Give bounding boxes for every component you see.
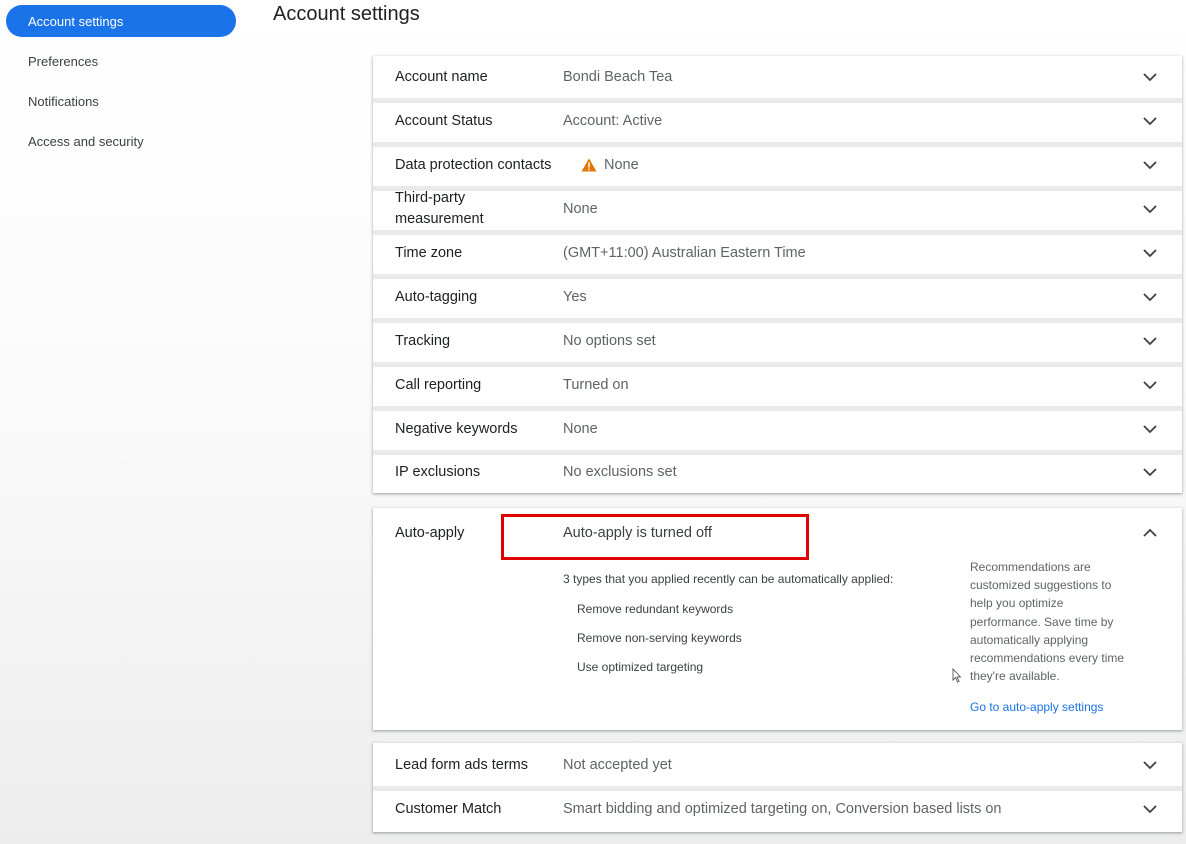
chevron-down-icon: [1143, 205, 1157, 214]
setting-value: Yes: [563, 289, 587, 305]
settings-panel: Account name Bondi Beach Tea Account Sta…: [373, 56, 1182, 493]
setting-row-account-status[interactable]: Account Status Account: Active: [373, 100, 1182, 142]
setting-row-auto-tagging[interactable]: Auto-tagging Yes: [373, 276, 1182, 318]
auto-apply-type: Use optimized targeting: [577, 660, 704, 674]
setting-row-data-protection-contacts[interactable]: Data protection contacts None: [373, 144, 1182, 186]
setting-value: Turned on: [563, 377, 629, 393]
setting-label: Data protection contacts: [395, 156, 552, 173]
setting-label: Auto-tagging: [395, 288, 478, 305]
chevron-down-icon: [1143, 117, 1157, 126]
setting-value-wrapper: None: [581, 157, 639, 173]
setting-value: Smart bidding and optimized targeting on…: [563, 801, 1002, 817]
setting-label: Lead form ads terms: [395, 756, 528, 773]
setting-label: Third-party measurement: [395, 190, 484, 227]
setting-value: No options set: [563, 333, 656, 349]
setting-value: Account: Active: [563, 113, 663, 129]
chevron-down-icon: [1143, 249, 1157, 258]
sidebar-item-notifications[interactable]: Notifications: [6, 85, 236, 117]
setting-row-tracking[interactable]: Tracking No options set: [373, 320, 1182, 362]
page-title: Account settings: [273, 3, 420, 25]
setting-value: None: [604, 157, 639, 173]
setting-value: Bondi Beach Tea: [563, 69, 673, 85]
bottom-settings-panel: Lead form ads terms Not accepted yet Cus…: [373, 743, 1182, 832]
setting-row-third-party-measurement[interactable]: Third-party measurement None: [373, 188, 1182, 230]
setting-label: IP exclusions: [395, 463, 481, 480]
setting-row-time-zone[interactable]: Time zone (GMT+11:00) Australian Eastern…: [373, 232, 1182, 274]
setting-value: None: [563, 421, 598, 437]
setting-row-account-name[interactable]: Account name Bondi Beach Tea: [373, 56, 1182, 98]
auto-apply-type: Remove redundant keywords: [577, 602, 734, 616]
chevron-down-icon: [1143, 293, 1157, 302]
setting-label: Tracking: [395, 332, 451, 349]
setting-row-lead-form-ads-terms[interactable]: Lead form ads terms Not accepted yet: [373, 744, 1182, 786]
setting-label: Account name: [395, 68, 488, 85]
sidebar-item-preferences[interactable]: Preferences: [6, 45, 236, 77]
setting-row-customer-match[interactable]: Customer Match Smart bidding and optimiz…: [373, 788, 1182, 830]
setting-row-call-reporting[interactable]: Call reporting Turned on: [373, 364, 1182, 406]
setting-row-negative-keywords[interactable]: Negative keywords None: [373, 408, 1182, 450]
highlight-annotation: [501, 514, 809, 560]
setting-row-ip-exclusions[interactable]: IP exclusions No exclusions set: [373, 451, 1182, 493]
chevron-down-icon: [1143, 73, 1157, 82]
auto-apply-intro: 3 types that you applied recently can be…: [563, 572, 894, 586]
setting-label: Account Status: [395, 112, 493, 129]
auto-apply-type: Remove non-serving keywords: [577, 631, 742, 645]
chevron-down-icon: [1143, 161, 1157, 170]
setting-label: Call reporting: [395, 376, 482, 393]
chevron-down-icon: [1143, 337, 1157, 346]
setting-value: Not accepted yet: [563, 757, 672, 773]
sidebar-item-account-settings[interactable]: Account settings: [6, 5, 236, 37]
chevron-down-icon: [1143, 381, 1157, 390]
setting-label: Time zone: [395, 244, 463, 261]
chevron-down-icon: [1143, 805, 1157, 814]
setting-value: No exclusions set: [563, 464, 677, 480]
chevron-down-icon: [1143, 468, 1157, 477]
warning-icon: [581, 158, 597, 172]
auto-apply-help-text: Recommendations are customized suggestio…: [970, 560, 1125, 684]
sidebar-item-access-and-security[interactable]: Access and security: [6, 125, 236, 157]
mouse-cursor-icon: [952, 668, 962, 683]
setting-label: Customer Match: [395, 800, 502, 817]
chevron-down-icon: [1143, 425, 1157, 434]
setting-label: Negative keywords: [395, 420, 518, 437]
auto-apply-settings-link[interactable]: Go to auto-apply settings: [970, 700, 1103, 714]
chevron-down-icon: [1143, 761, 1157, 770]
setting-value: None: [563, 201, 598, 217]
setting-value: (GMT+11:00) Australian Eastern Time: [563, 245, 806, 261]
chevron-up-icon: [1143, 528, 1157, 537]
